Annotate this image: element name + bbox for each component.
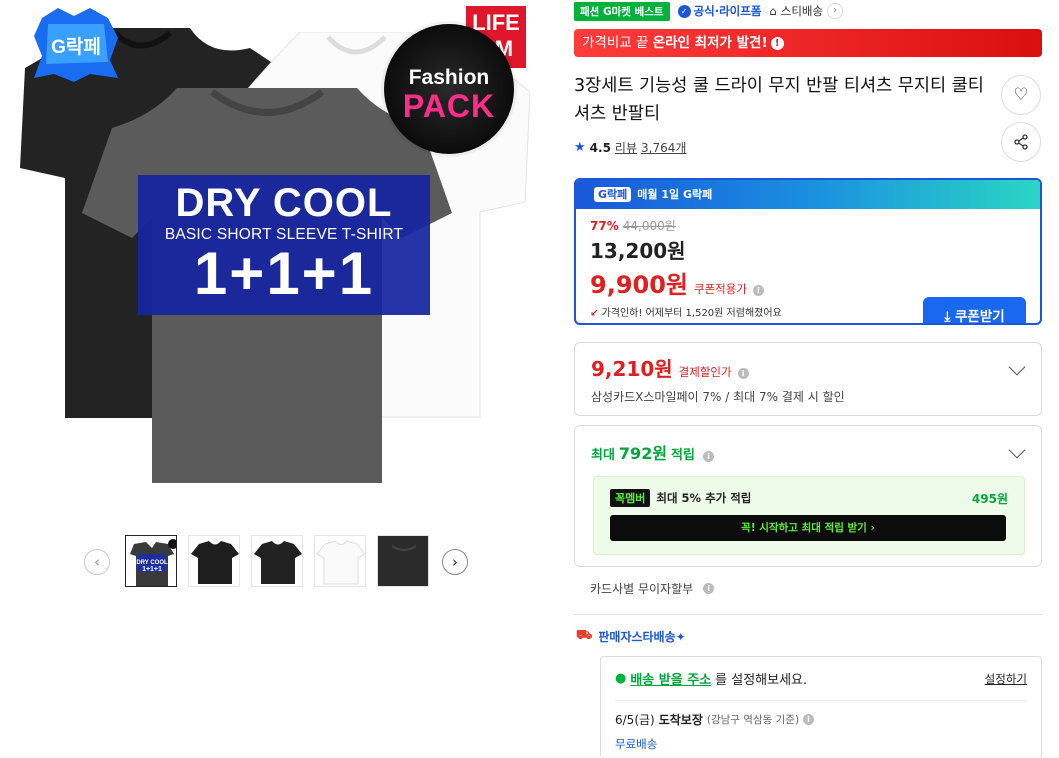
- card-discount-label: 결제할인가: [678, 365, 732, 379]
- eta-label: 도착보장: [658, 713, 703, 727]
- shop-label: 스티배송: [780, 4, 824, 18]
- price-box-header: G락페 매월 1일 G락페: [576, 180, 1040, 209]
- info-icon[interactable]: i: [752, 285, 764, 296]
- g-festival-logo: G락페: [594, 187, 632, 202]
- price-drop-text: 가격인하! 어제부터 1,520원 저렴해졌어요: [601, 308, 782, 319]
- member-benefit-box: 꼭멤버 최대 5% 추가 적립 495원 꼭! 시작하고 최대 적립 받기 ›: [593, 476, 1025, 555]
- card-discount-price: 9,210원: [591, 357, 673, 381]
- share-glyph: [1014, 134, 1028, 150]
- thumbnail-3-image: [254, 541, 302, 584]
- product-tags: 패션 G마켓 베스트 ✓ 공식·라이프폼 ⌂ 스티배송 ›: [574, 1, 844, 21]
- info-icon[interactable]: i: [703, 583, 715, 594]
- eta-date: 6/5(금): [615, 713, 655, 727]
- shipping-address-suffix: 를 설정해보세요.: [715, 673, 808, 688]
- card-discount-desc: 삼성카드X스마일페이 7% / 최대 7% 결제 시 할인: [591, 390, 845, 404]
- installment-text: 카드사별 무이자할부: [590, 582, 694, 596]
- shipping-box: ● 배송 받을 주소 를 설정해보세요. 설정하기 6/5(금) 도착보장 (강…: [600, 656, 1042, 758]
- coupon-price-label: 쿠폰적용가: [694, 282, 747, 296]
- chevron-left-icon[interactable]: ‹: [84, 549, 110, 575]
- share-icon[interactable]: [1001, 122, 1041, 162]
- installment-row: 카드사별 무이자할부 i: [590, 580, 715, 597]
- heart-icon[interactable]: ♡: [1001, 75, 1041, 115]
- thumbnail-strip: ‹ DRY COOL 1+1+1 ›: [84, 535, 474, 591]
- download-icon: ⤓: [944, 309, 951, 325]
- card-discount-box[interactable]: 9,210원 결제할인가 i 삼성카드X스마일페이 7% / 최대 7% 결제 …: [574, 342, 1042, 416]
- location-pin-icon: ●: [615, 671, 627, 686]
- thumbnail-4[interactable]: [314, 535, 366, 587]
- lowest-price-banner[interactable]: 가격비교 끝 온라인 최저가 발견!!: [574, 29, 1042, 57]
- divider: [615, 700, 1027, 701]
- fashion-pack-badge: Fashion PACK: [384, 24, 514, 154]
- points-box: 최대 792원 적립 i 꼭멤버 최대 5% 추가 적립 495원 꼭! 시작하…: [574, 425, 1042, 567]
- banner-bundle: 1+1+1: [193, 240, 375, 307]
- fashion-pack-line2: PACK: [402, 88, 496, 124]
- seller-shipping-label: ⛟ 판매자스타배송✦: [576, 628, 686, 645]
- chevron-right-small-icon: ›: [827, 3, 844, 19]
- rating-row: ★ 4.5 리뷰 3,764개: [574, 139, 686, 156]
- thumbnail-4-image: [316, 540, 365, 585]
- member-benefit-amount: 495원: [971, 491, 1008, 506]
- fashion-best-tag[interactable]: 패션 G마켓 베스트: [574, 1, 670, 21]
- star-icon: ★: [574, 140, 586, 155]
- price-box-header-text: 매월 1일 G락페: [637, 188, 713, 201]
- price-box: G락페 매월 1일 G락페 77% 44,000원 13,200원 9,900원 …: [574, 178, 1042, 325]
- product-main-image[interactable]: DRY COOL BASIC SHORT SLEEVE T-SHIRT 1+1+…: [20, 0, 532, 512]
- shipping-address-link[interactable]: 배송 받을 주소: [630, 669, 711, 688]
- member-join-button[interactable]: 꼭! 시작하고 최대 적립 받기 ›: [610, 515, 1006, 541]
- home-icon: ⌂: [769, 4, 777, 18]
- get-coupon-label: 쿠폰받기: [954, 309, 1005, 325]
- price-drop-icon: ↙: [590, 308, 599, 319]
- g-festival-badge-icon: G락페: [34, 8, 118, 82]
- thumbnail-5[interactable]: [377, 535, 429, 587]
- free-shipping-label: 무료배송: [615, 737, 658, 751]
- info-icon[interactable]: i: [737, 368, 749, 379]
- thumbnail-1-image: DRY COOL 1+1+1: [126, 536, 176, 586]
- info-icon[interactable]: i: [803, 714, 815, 725]
- lowest-price-bold: 온라인 최저가 발견!: [652, 35, 768, 51]
- lowest-price-prefix: 가격비교 끝: [582, 35, 653, 51]
- points-suffix: 적립: [671, 448, 695, 463]
- thumbnail-3[interactable]: [251, 535, 303, 587]
- truck-icon: ⛟: [576, 628, 593, 643]
- thumbnail-2-image: [191, 541, 239, 584]
- member-benefit-text: 최대 5% 추가 적립: [656, 491, 752, 505]
- divider: [574, 614, 1042, 615]
- g-badge-text: G락페: [51, 36, 101, 58]
- chevron-right-icon[interactable]: ›: [442, 549, 468, 575]
- shield-check-icon: ✓: [677, 4, 691, 18]
- official-store-link[interactable]: ✓ 공식·라이프폼: [677, 3, 762, 19]
- set-address-link[interactable]: 설정하기: [985, 671, 1027, 687]
- official-store-label: 공식·라이프폼: [693, 4, 762, 18]
- points-prefix: 최대: [591, 448, 615, 463]
- shop-link[interactable]: ⌂ 스티배송 ›: [769, 3, 844, 19]
- svg-text:1+1+1: 1+1+1: [142, 566, 162, 573]
- seller-shipping-text: 판매자스타배송✦: [598, 630, 686, 644]
- review-label[interactable]: 리뷰: [615, 139, 637, 156]
- coupon-price: 9,900원: [590, 271, 688, 299]
- thumbnail-1[interactable]: DRY COOL 1+1+1: [125, 535, 177, 587]
- original-price: 44,000원: [622, 219, 676, 233]
- discount-percent: 77%: [590, 219, 619, 233]
- get-coupon-button[interactable]: ⤓ 쿠폰받기: [923, 297, 1026, 325]
- dry-cool-banner: DRY COOL BASIC SHORT SLEEVE T-SHIRT 1+1+…: [138, 175, 430, 315]
- banner-title: DRY COOL: [175, 181, 393, 225]
- review-count[interactable]: 3,764개: [641, 139, 686, 156]
- info-icon[interactable]: i: [702, 451, 714, 462]
- thumbnail-2[interactable]: [188, 535, 240, 587]
- member-badge: 꼭멤버: [610, 489, 651, 507]
- rating-value: 4.5: [589, 140, 611, 155]
- product-title: 3장세트 기능성 쿨 드라이 무지 반팔 티셔츠 무지티 쿨티셔츠 반팔티: [574, 76, 984, 124]
- fashion-pack-line1: Fashion: [408, 66, 490, 89]
- eta-area: (강남구 역삼동 기준): [706, 714, 800, 726]
- points-amount: 792원: [618, 444, 668, 463]
- info-icon: !: [770, 36, 784, 50]
- thumbnail-5-image: [378, 536, 428, 586]
- sale-price: 13,200원: [590, 239, 686, 263]
